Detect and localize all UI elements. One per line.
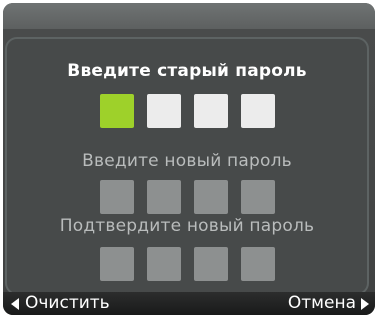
confirm-password-digit-4[interactable] [240,247,275,281]
old-password-input[interactable] [7,94,367,128]
cancel-softkey-label: Отмена [287,293,356,313]
confirm-password-input[interactable] [7,247,367,281]
new-password-digit-2[interactable] [146,180,181,214]
confirm-password-digit-3[interactable] [193,247,228,281]
new-password-digit-3[interactable] [193,180,228,214]
old-password-digit-2[interactable] [146,94,181,128]
confirm-password-label: Подтвердите новый пароль [59,216,315,236]
triangle-left-icon [11,297,19,310]
confirm-password-digit-2[interactable] [146,247,181,281]
clear-softkey-label: Очистить [25,293,110,313]
old-password-label: Введите старый пароль [67,61,307,81]
new-password-digit-4[interactable] [240,180,275,214]
password-dialog: Введите старый пароль Введите новый паро… [5,37,369,295]
softkey-bar: Очистить Отмена [3,292,375,315]
triangle-right-icon [361,297,369,310]
new-password-input[interactable] [7,180,367,214]
confirm-password-digit-1[interactable] [99,247,134,281]
old-password-digit-3[interactable] [193,94,228,128]
new-password-digit-1[interactable] [99,180,134,214]
old-password-digit-1[interactable] [99,94,134,128]
password-change-screen: Введите старый пароль Введите новый паро… [3,3,375,315]
old-password-digit-4[interactable] [240,94,275,128]
new-password-label: Введите новый пароль [82,151,292,171]
status-bar [3,3,375,29]
cancel-softkey[interactable]: Отмена [288,292,369,315]
clear-softkey[interactable]: Очистить [11,292,110,315]
